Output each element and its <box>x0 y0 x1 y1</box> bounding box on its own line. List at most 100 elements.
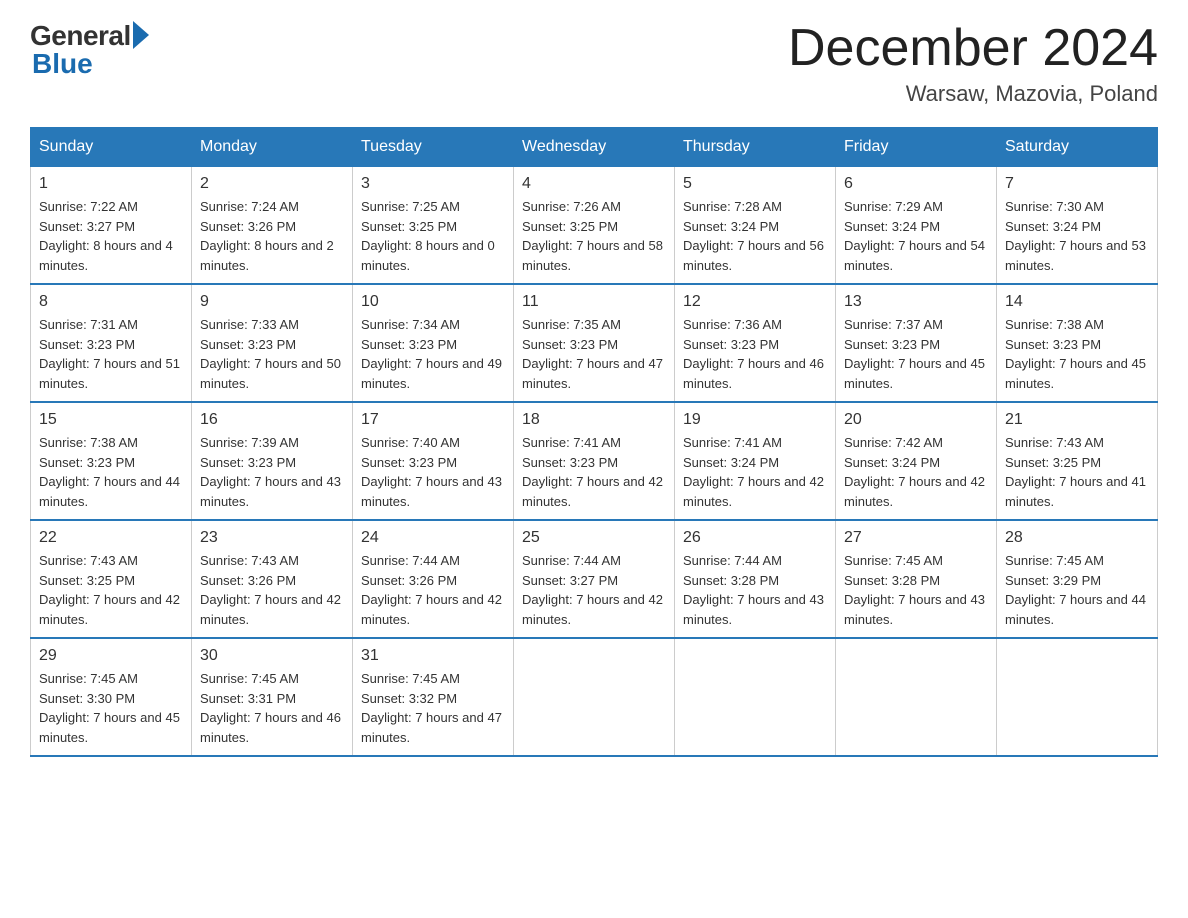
day-info: Sunrise: 7:34 AMSunset: 3:23 PMDaylight:… <box>361 315 505 393</box>
calendar-cell <box>514 638 675 756</box>
day-info: Sunrise: 7:45 AMSunset: 3:31 PMDaylight:… <box>200 669 344 747</box>
calendar-cell: 24 Sunrise: 7:44 AMSunset: 3:26 PMDayligh… <box>353 520 514 638</box>
calendar-cell: 30 Sunrise: 7:45 AMSunset: 3:31 PMDayligh… <box>192 638 353 756</box>
col-header-wednesday: Wednesday <box>514 128 675 167</box>
day-info: Sunrise: 7:22 AMSunset: 3:27 PMDaylight:… <box>39 197 183 275</box>
calendar-cell <box>997 638 1158 756</box>
calendar-cell: 3Sunrise: 7:25 AMSunset: 3:25 PMDaylight… <box>353 167 514 285</box>
month-title: December 2024 <box>788 20 1158 77</box>
day-number: 4 <box>522 175 666 193</box>
calendar-cell: 31 Sunrise: 7:45 AMSunset: 3:32 PMDayligh… <box>353 638 514 756</box>
day-number: 9 <box>200 293 344 311</box>
day-number: 6 <box>844 175 988 193</box>
day-info: Sunrise: 7:45 AMSunset: 3:30 PMDaylight:… <box>39 669 183 747</box>
calendar-cell: 19 Sunrise: 7:41 AMSunset: 3:24 PMDayligh… <box>675 402 836 520</box>
calendar-cell: 29 Sunrise: 7:45 AMSunset: 3:30 PMDayligh… <box>31 638 192 756</box>
day-number: 29 <box>39 647 183 665</box>
day-number: 11 <box>522 293 666 311</box>
day-number: 10 <box>361 293 505 311</box>
calendar-cell: 7 Sunrise: 7:30 AMSunset: 3:24 PMDaylight… <box>997 167 1158 285</box>
calendar-cell: 4 Sunrise: 7:26 AMSunset: 3:25 PMDaylight… <box>514 167 675 285</box>
day-number: 26 <box>683 529 827 547</box>
day-info: Sunrise: 7:26 AMSunset: 3:25 PMDaylight:… <box>522 197 666 275</box>
day-number: 16 <box>200 411 344 429</box>
col-header-thursday: Thursday <box>675 128 836 167</box>
day-number: 28 <box>1005 529 1149 547</box>
day-info: Sunrise: 7:35 AMSunset: 3:23 PMDaylight:… <box>522 315 666 393</box>
day-info: Sunrise: 7:43 AMSunset: 3:26 PMDaylight:… <box>200 551 344 629</box>
calendar-cell: 22Sunrise: 7:43 AMSunset: 3:25 PMDayligh… <box>31 520 192 638</box>
calendar-cell: 12Sunrise: 7:36 AMSunset: 3:23 PMDayligh… <box>675 284 836 402</box>
page-header: General Blue December 2024 Warsaw, Mazov… <box>30 20 1158 107</box>
day-number: 7 <box>1005 175 1149 193</box>
day-number: 19 <box>683 411 827 429</box>
calendar-week-row: 29 Sunrise: 7:45 AMSunset: 3:30 PMDayligh… <box>31 638 1158 756</box>
day-number: 30 <box>200 647 344 665</box>
day-info: Sunrise: 7:43 AMSunset: 3:25 PMDaylight:… <box>39 551 183 629</box>
calendar-cell <box>836 638 997 756</box>
logo-arrow-icon <box>133 21 149 49</box>
day-number: 21 <box>1005 411 1149 429</box>
calendar-cell: 11 Sunrise: 7:35 AMSunset: 3:23 PMDayligh… <box>514 284 675 402</box>
col-header-monday: Monday <box>192 128 353 167</box>
day-info: Sunrise: 7:30 AMSunset: 3:24 PMDaylight:… <box>1005 197 1149 275</box>
day-info: Sunrise: 7:45 AMSunset: 3:29 PMDaylight:… <box>1005 551 1149 629</box>
day-info: Sunrise: 7:45 AMSunset: 3:28 PMDaylight:… <box>844 551 988 629</box>
day-info: Sunrise: 7:37 AMSunset: 3:23 PMDaylight:… <box>844 315 988 393</box>
logo-blue-text: Blue <box>32 48 93 80</box>
calendar-cell: 5Sunrise: 7:28 AMSunset: 3:24 PMDaylight… <box>675 167 836 285</box>
calendar-cell: 15Sunrise: 7:38 AMSunset: 3:23 PMDayligh… <box>31 402 192 520</box>
calendar-week-row: 15Sunrise: 7:38 AMSunset: 3:23 PMDayligh… <box>31 402 1158 520</box>
calendar-cell: 9Sunrise: 7:33 AMSunset: 3:23 PMDaylight… <box>192 284 353 402</box>
day-number: 14 <box>1005 293 1149 311</box>
day-info: Sunrise: 7:38 AMSunset: 3:23 PMDaylight:… <box>1005 315 1149 393</box>
calendar-cell: 27 Sunrise: 7:45 AMSunset: 3:28 PMDayligh… <box>836 520 997 638</box>
calendar-cell: 6 Sunrise: 7:29 AMSunset: 3:24 PMDaylight… <box>836 167 997 285</box>
calendar-week-row: 8Sunrise: 7:31 AMSunset: 3:23 PMDaylight… <box>31 284 1158 402</box>
col-header-saturday: Saturday <box>997 128 1158 167</box>
day-number: 23 <box>200 529 344 547</box>
day-number: 31 <box>361 647 505 665</box>
day-info: Sunrise: 7:42 AMSunset: 3:24 PMDaylight:… <box>844 433 988 511</box>
calendar-cell: 26 Sunrise: 7:44 AMSunset: 3:28 PMDayligh… <box>675 520 836 638</box>
logo: General Blue <box>30 20 149 80</box>
calendar-week-row: 1 Sunrise: 7:22 AMSunset: 3:27 PMDaylight… <box>31 167 1158 285</box>
day-info: Sunrise: 7:45 AMSunset: 3:32 PMDaylight:… <box>361 669 505 747</box>
calendar-cell: 16 Sunrise: 7:39 AMSunset: 3:23 PMDayligh… <box>192 402 353 520</box>
calendar-cell <box>675 638 836 756</box>
day-number: 13 <box>844 293 988 311</box>
day-info: Sunrise: 7:41 AMSunset: 3:24 PMDaylight:… <box>683 433 827 511</box>
col-header-friday: Friday <box>836 128 997 167</box>
day-info: Sunrise: 7:43 AMSunset: 3:25 PMDaylight:… <box>1005 433 1149 511</box>
day-info: Sunrise: 7:29 AMSunset: 3:24 PMDaylight:… <box>844 197 988 275</box>
calendar-cell: 18 Sunrise: 7:41 AMSunset: 3:23 PMDayligh… <box>514 402 675 520</box>
day-number: 20 <box>844 411 988 429</box>
calendar-cell: 1 Sunrise: 7:22 AMSunset: 3:27 PMDaylight… <box>31 167 192 285</box>
calendar-cell: 14 Sunrise: 7:38 AMSunset: 3:23 PMDayligh… <box>997 284 1158 402</box>
day-number: 27 <box>844 529 988 547</box>
day-number: 18 <box>522 411 666 429</box>
calendar-table: SundayMondayTuesdayWednesdayThursdayFrid… <box>30 127 1158 757</box>
day-info: Sunrise: 7:24 AMSunset: 3:26 PMDaylight:… <box>200 197 344 275</box>
day-number: 1 <box>39 175 183 193</box>
calendar-cell: 8Sunrise: 7:31 AMSunset: 3:23 PMDaylight… <box>31 284 192 402</box>
day-number: 2 <box>200 175 344 193</box>
day-info: Sunrise: 7:44 AMSunset: 3:26 PMDaylight:… <box>361 551 505 629</box>
col-header-tuesday: Tuesday <box>353 128 514 167</box>
day-info: Sunrise: 7:41 AMSunset: 3:23 PMDaylight:… <box>522 433 666 511</box>
day-number: 8 <box>39 293 183 311</box>
day-number: 5 <box>683 175 827 193</box>
calendar-cell: 20 Sunrise: 7:42 AMSunset: 3:24 PMDayligh… <box>836 402 997 520</box>
calendar-week-row: 22Sunrise: 7:43 AMSunset: 3:25 PMDayligh… <box>31 520 1158 638</box>
calendar-cell: 25Sunrise: 7:44 AMSunset: 3:27 PMDayligh… <box>514 520 675 638</box>
day-number: 15 <box>39 411 183 429</box>
day-info: Sunrise: 7:25 AMSunset: 3:25 PMDaylight:… <box>361 197 505 275</box>
calendar-cell: 2 Sunrise: 7:24 AMSunset: 3:26 PMDaylight… <box>192 167 353 285</box>
day-info: Sunrise: 7:44 AMSunset: 3:28 PMDaylight:… <box>683 551 827 629</box>
title-area: December 2024 Warsaw, Mazovia, Poland <box>788 20 1158 107</box>
calendar-cell: 28 Sunrise: 7:45 AMSunset: 3:29 PMDayligh… <box>997 520 1158 638</box>
calendar-cell: 10 Sunrise: 7:34 AMSunset: 3:23 PMDayligh… <box>353 284 514 402</box>
day-info: Sunrise: 7:39 AMSunset: 3:23 PMDaylight:… <box>200 433 344 511</box>
calendar-header-row: SundayMondayTuesdayWednesdayThursdayFrid… <box>31 128 1158 167</box>
day-number: 24 <box>361 529 505 547</box>
